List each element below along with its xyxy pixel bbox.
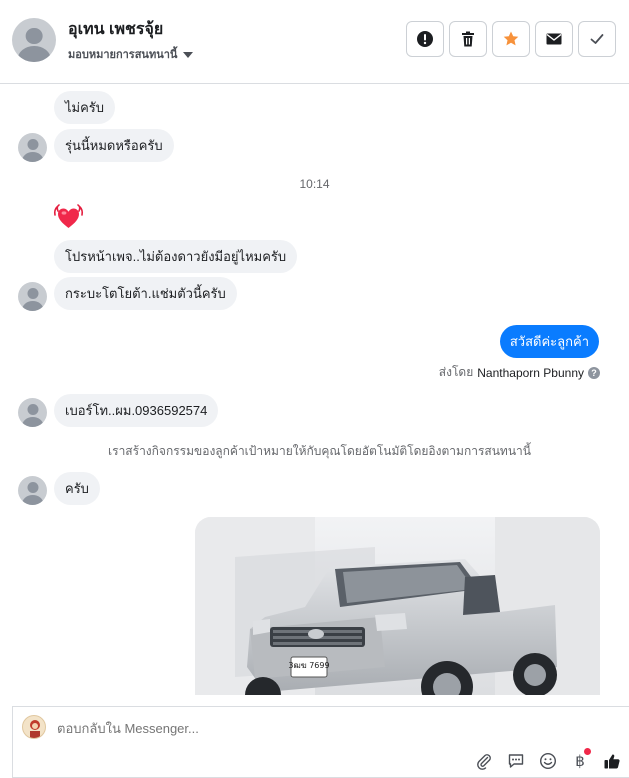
page-avatar — [22, 715, 46, 739]
license-plate-text: 3ฒฆ 7699 — [288, 661, 329, 670]
delete-button[interactable] — [449, 21, 487, 57]
emoji-button[interactable] — [538, 751, 558, 771]
saved-reply-button[interactable] — [506, 751, 526, 771]
contact-name[interactable]: อุเทน เพชรจุ้ย — [68, 17, 163, 42]
notification-dot — [584, 748, 591, 755]
attach-button[interactable] — [474, 751, 494, 771]
heart-icon — [53, 204, 84, 228]
attach-icon — [477, 754, 491, 770]
sender-avatar — [18, 133, 47, 162]
photo-attachment[interactable]: 3ฒฆ 7699 — [195, 517, 600, 695]
sender-avatar — [18, 476, 47, 505]
message-bubble: รุ่นนี้หมดหรือครับ — [54, 129, 174, 162]
pickup-truck-image: 3ฒฆ 7699 — [195, 517, 600, 695]
system-notice: เราสร้างกิจกรรมของลูกค้าเป้าหมายให้กับคุ… — [108, 444, 531, 458]
caret-down-icon — [183, 51, 194, 58]
trash-icon — [462, 31, 474, 47]
message-bubble: ไม่ครับ — [54, 91, 116, 124]
message-bubble: ครับ — [54, 472, 100, 505]
sent-by-line: ส่งโดย Nanthaporn Pbunny ? — [439, 363, 600, 382]
message-bubble: เบอร์โท..ผม.0936592574 — [54, 394, 219, 427]
mark-unread-button[interactable] — [535, 21, 573, 57]
mark-done-button[interactable] — [578, 21, 616, 57]
outgoing-message-bubble: สวัสดีค่ะลูกค้า — [499, 325, 599, 358]
sender-avatar — [18, 398, 47, 427]
assign-label: มอบหมายการสนทนานี้ — [68, 49, 178, 61]
emoji-icon — [539, 752, 557, 770]
payment-button[interactable]: ฿ — [570, 748, 591, 771]
baht-icon: ฿ — [575, 752, 585, 770]
mark-spam-button[interactable] — [406, 21, 444, 57]
sender-name[interactable]: Nanthaporn Pbunny — [477, 366, 584, 380]
star-icon — [503, 31, 519, 46]
assign-conversation-dropdown[interactable]: มอบหมายการสนทนานี้ — [68, 45, 194, 63]
reply-input[interactable] — [57, 721, 507, 736]
message-bubble: กระบะโตโยต้า.แช่มตัวนี้ครับ — [54, 277, 237, 310]
info-icon[interactable]: ? — [588, 366, 600, 379]
like-icon — [604, 754, 620, 769]
like-button[interactable] — [602, 751, 622, 771]
mail-icon — [546, 33, 562, 45]
timestamp-separator: 10:14 — [299, 177, 330, 191]
contact-avatar[interactable] — [12, 18, 56, 62]
sent-by-prefix: ส่งโดย — [438, 365, 474, 379]
message-bubble: โปรหน้าเพจ..ไม่ต้องดาวยังมีอยู่ไหมครับ — [54, 240, 298, 273]
message-thread[interactable]: ไม่ครับ รุ่นนี้หมดหรือครับ 10:14 โปรหน้า… — [0, 85, 629, 695]
header-actions — [406, 21, 616, 57]
composer-toolbar: ฿ — [474, 748, 622, 771]
reply-composer: ฿ — [12, 706, 629, 778]
conversation-header: อุเทน เพชรจุ้ย มอบหมายการสนทนานี้ — [0, 0, 629, 84]
star-button[interactable] — [492, 21, 530, 57]
saved-reply-icon — [508, 754, 524, 768]
spam-icon — [417, 31, 433, 47]
check-icon — [590, 34, 604, 44]
sender-avatar — [18, 282, 47, 311]
